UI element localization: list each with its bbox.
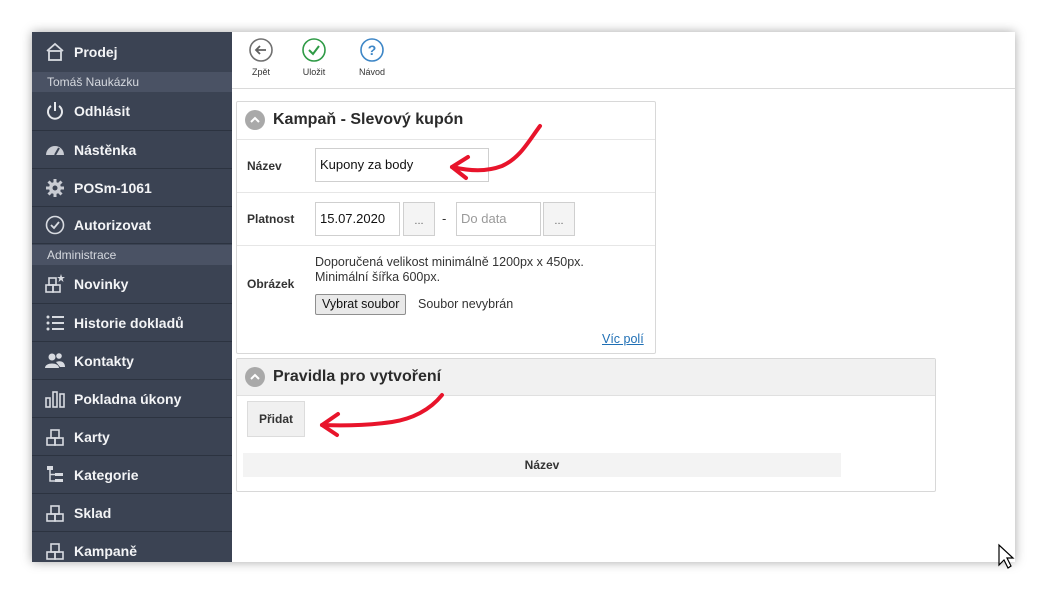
section-label-administrace: Administrace — [32, 245, 232, 265]
dashboard-icon — [44, 139, 66, 161]
help-label: Návod — [358, 67, 385, 77]
users-icon — [44, 350, 66, 372]
name-field[interactable]: Kupony za body — [315, 148, 489, 182]
campaign-panel-header[interactable]: Kampaň - Slevový kupón — [237, 102, 655, 138]
sidebar-item-label: Sklad — [74, 504, 112, 521]
sidebar: Prodej Tomáš Naukázku Odhlásit Nástěnka … — [32, 32, 232, 562]
rules-panel: Pravidla pro vytvoření Přidat Název — [236, 358, 936, 492]
sidebar-item-odhlasit[interactable]: Odhlásit — [32, 92, 232, 131]
more-fields-link[interactable]: Víc polí — [602, 332, 644, 346]
sidebar-item-label: Kampaně — [74, 542, 138, 559]
blocks-star-icon — [44, 273, 66, 295]
sidebar-item-karty[interactable]: Karty — [32, 418, 232, 456]
blocks-icon — [44, 540, 66, 562]
app-window: Prodej Tomáš Naukázku Odhlásit Nástěnka … — [32, 32, 1015, 562]
sidebar-item-label: Novinky — [74, 276, 129, 292]
question-icon: ? — [360, 38, 384, 62]
back-button[interactable]: Zpět — [236, 38, 286, 77]
validity-label: Platnost — [247, 212, 295, 226]
user-name: Tomáš Naukázku — [32, 72, 232, 92]
save-button[interactable]: Uložit — [289, 38, 339, 77]
sidebar-item-label: Autorizovat — [74, 217, 151, 233]
sidebar-item-label: Kategorie — [74, 466, 139, 483]
power-icon — [44, 100, 66, 122]
sidebar-item-autorizovat[interactable]: Autorizovat — [32, 207, 232, 244]
sidebar-item-label: Karty — [74, 428, 110, 445]
sidebar-item-label: Nástěnka — [74, 141, 137, 158]
sidebar-item-label: POSm-1061 — [74, 179, 152, 196]
name-row: Název Kupony za body — [237, 139, 655, 192]
collapse-icon[interactable] — [245, 367, 265, 387]
tree-icon — [44, 464, 66, 486]
sidebar-item-label: Odhlásit — [74, 103, 131, 119]
add-rule-button[interactable]: Přidat — [247, 401, 305, 437]
sidebar-item-label: Pokladna úkony — [74, 390, 182, 407]
check-icon — [302, 38, 326, 62]
sidebar-item-kampane[interactable]: Kampaně — [32, 532, 232, 562]
image-label: Obrázek — [247, 277, 295, 291]
campaign-panel-title: Kampaň - Slevový kupón — [273, 111, 464, 128]
date-from-field[interactable]: 15.07.2020 — [315, 202, 400, 236]
column-header-name[interactable]: Název — [243, 453, 841, 477]
blocks-icon — [44, 426, 66, 448]
help-button[interactable]: ? Návod — [347, 38, 397, 77]
toolbar: Zpět Uložit ? Návod — [232, 32, 1015, 89]
rules-panel-title: Pravidla pro vytvoření — [273, 368, 442, 385]
sidebar-item-prodej[interactable]: Prodej — [32, 32, 232, 73]
sidebar-item-historie[interactable]: Historie dokladů — [32, 304, 232, 342]
arrow-left-icon — [249, 38, 273, 62]
sidebar-item-kontakty[interactable]: Kontakty — [32, 342, 232, 380]
back-label: Zpět — [251, 67, 270, 77]
main-content: Zpět Uložit ? Návod Kampaň - Slevový kup… — [232, 32, 1015, 562]
date-to-field[interactable]: Do data — [456, 202, 541, 236]
choose-file-button[interactable]: Vybrat soubor — [315, 294, 407, 315]
sidebar-item-label: Historie dokladů — [74, 314, 184, 331]
sidebar-item-posm[interactable]: POSm-1061 — [32, 169, 232, 207]
date-separator: - — [442, 211, 447, 226]
collapse-icon[interactable] — [245, 110, 265, 130]
validity-row: Platnost 15.07.2020 ... - Do data ... — [237, 192, 655, 245]
svg-text:?: ? — [368, 42, 377, 58]
campaign-panel: Kampaň - Slevový kupón Název Kupony za b… — [236, 101, 656, 354]
sidebar-item-label: Kontakty — [74, 352, 134, 369]
blocks-icon — [44, 502, 66, 524]
rules-panel-header[interactable]: Pravidla pro vytvoření — [237, 359, 935, 396]
sidebar-item-novinky[interactable]: Novinky — [32, 265, 232, 304]
sidebar-item-pokladna[interactable]: Pokladna úkony — [32, 380, 232, 418]
date-from-picker-button[interactable]: ... — [403, 202, 435, 236]
file-status: Soubor nevybrán — [418, 297, 514, 311]
name-label: Název — [247, 159, 282, 173]
image-row: Obrázek Doporučená velikost minimálně 12… — [237, 245, 655, 353]
image-help-size: Doporučená velikost minimálně 1200px x 4… — [315, 255, 584, 269]
bars-icon — [44, 388, 66, 410]
gear-icon — [44, 177, 66, 199]
save-label: Uložit — [302, 67, 326, 77]
sidebar-item-nastenka[interactable]: Nástěnka — [32, 131, 232, 169]
check-circle-icon — [44, 214, 66, 236]
list-icon — [44, 312, 66, 334]
sidebar-item-label: Prodej — [74, 44, 118, 60]
sidebar-item-sklad[interactable]: Sklad — [32, 494, 232, 532]
home-icon — [44, 41, 66, 63]
image-help-width: Minimální šířka 600px. — [315, 270, 441, 284]
sidebar-item-kategorie[interactable]: Kategorie — [32, 456, 232, 494]
date-to-picker-button[interactable]: ... — [543, 202, 575, 236]
